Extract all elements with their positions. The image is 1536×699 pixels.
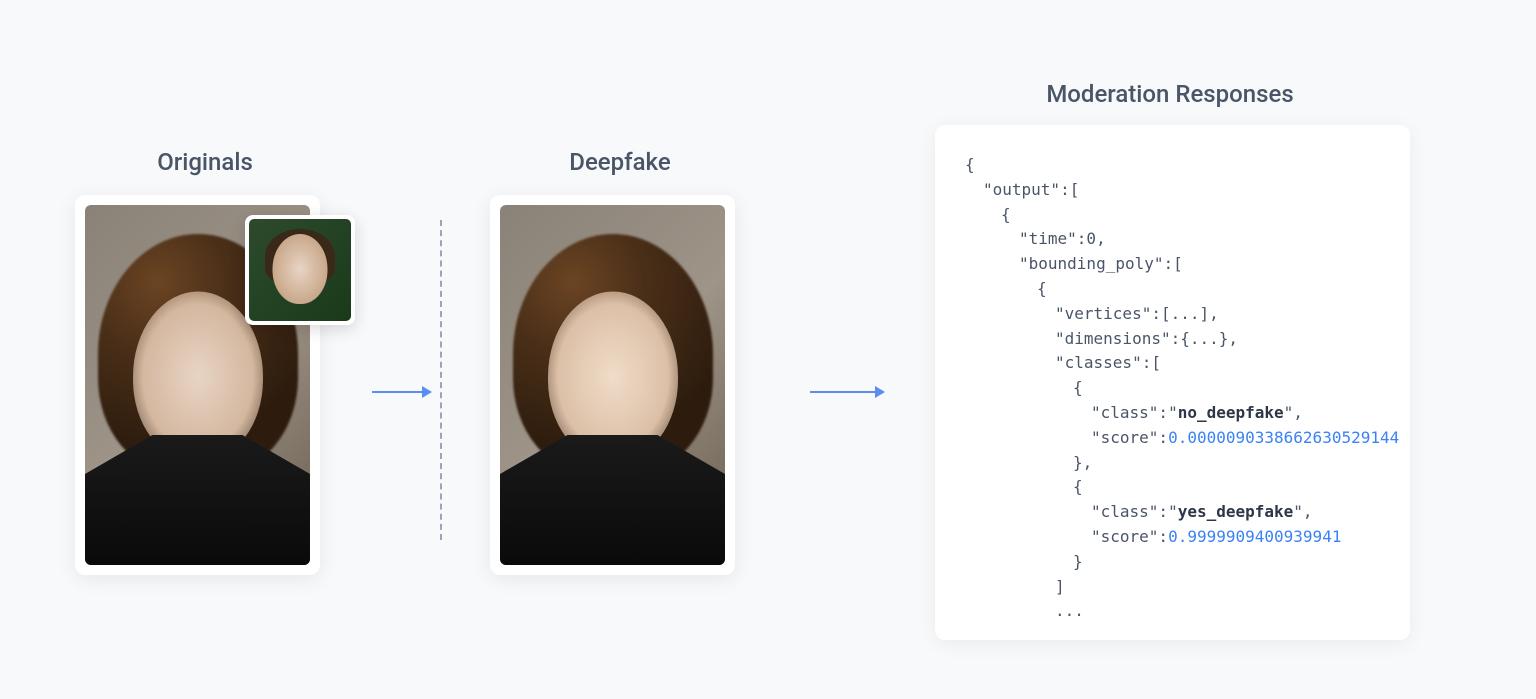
json-line: "bounding_poly":[ (965, 252, 1380, 277)
json-line: { (965, 153, 1380, 178)
json-line: "classes":[ (965, 351, 1380, 376)
deepfake-title: Deepfake (490, 148, 750, 176)
class-no-deepfake: no_deepfake (1178, 403, 1284, 422)
score-no-deepfake: 0.0000090338662630529144 (1168, 428, 1399, 447)
score-yes-deepfake: 0.9999909400939941 (1168, 527, 1341, 546)
json-line: "score":0.9999909400939941 (965, 525, 1380, 550)
originals-title: Originals (75, 148, 335, 176)
json-line: }, (965, 451, 1380, 476)
original-source-thumbnail (245, 215, 355, 325)
json-line: "vertices":[...], (965, 302, 1380, 327)
divider-vertical (440, 220, 442, 540)
json-line: { (965, 203, 1380, 228)
arrow-icon (372, 382, 432, 402)
json-line: { (965, 376, 1380, 401)
json-line: "score":0.0000090338662630529144 (965, 426, 1380, 451)
json-line: "dimensions":{...}, (965, 327, 1380, 352)
arrow-icon (810, 382, 885, 402)
json-line: } (965, 550, 1380, 575)
deepfake-image-card (490, 195, 735, 575)
json-line: { (965, 277, 1380, 302)
json-line: "output":[ (965, 178, 1380, 203)
moderation-response-card: { "output":[ { "time":0, "bounding_poly"… (935, 125, 1410, 640)
json-line: "class":"no_deepfake", (965, 401, 1380, 426)
class-yes-deepfake: yes_deepfake (1178, 502, 1294, 521)
json-line: "class":"yes_deepfake", (965, 500, 1380, 525)
deepfake-image (500, 205, 725, 565)
json-line: { (965, 475, 1380, 500)
moderation-title: Moderation Responses (930, 80, 1410, 108)
json-line: ... (965, 599, 1380, 624)
json-line: "time":0, (965, 227, 1380, 252)
json-line: ] (965, 575, 1380, 600)
